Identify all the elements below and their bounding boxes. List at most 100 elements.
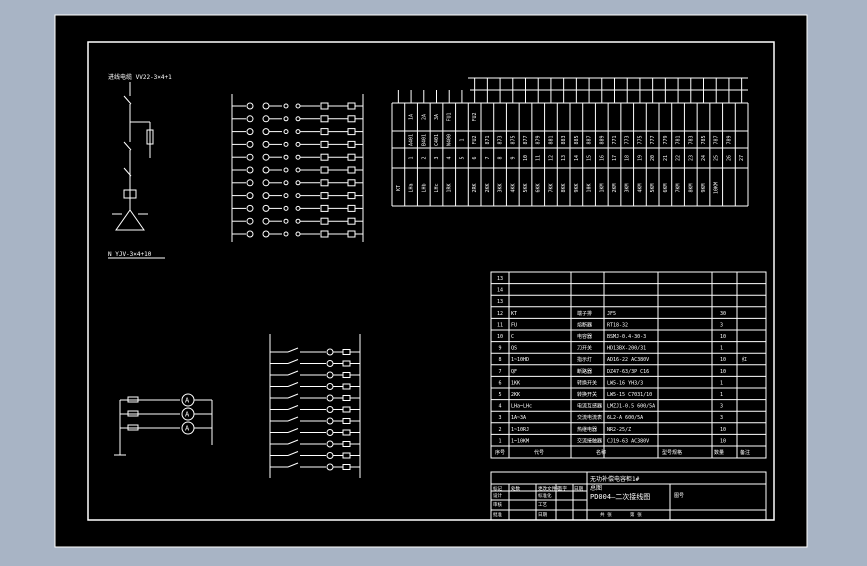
part-no: 7 [498,369,501,375]
part-code: 2KK [511,392,520,398]
terminal-cell: 27 [739,155,745,161]
header-note: 备注 [740,449,750,456]
cad-drawing[interactable]: 进线电缆 VV22-3×4+1 N YJV-3×4+10 AAA 1A 2A 3A F… [0,0,867,562]
terminal-cell: 25 [714,155,720,161]
part-qty: 30 [720,311,726,317]
terminal-cell: 2A [421,114,427,120]
terminal-cell: 6KM [663,183,669,192]
cad-workspace: 进线电缆 VV22-3×4+1 N YJV-3×4+10 AAA 1A 2A 3A F… [0,0,867,562]
part-no: 9 [498,346,501,352]
terminal-cell: B401 [421,134,427,146]
terminal-cell: KT [396,185,402,191]
terminal-cell: 23 [688,155,694,161]
terminal-cell: 5KK [523,183,529,192]
terminal-cell: 789 [726,135,732,144]
part-qty: 3 [720,415,723,421]
part-qty: 10 [720,334,726,340]
part-model: DZ47-63/3P C16 [607,369,649,375]
part-model: AD16-22 AC380V [607,357,649,363]
drawing-sheet [54,14,808,548]
part-no: 13 [497,299,503,305]
terminal-cell: 26 [726,155,732,161]
part-no: 11 [497,322,503,328]
part-no: 1 [498,438,501,444]
terminal-cell: 873 [498,135,504,144]
part-name: 热继电器 [577,426,597,433]
terminal-cell: 13 [561,155,567,161]
part-no: 8 [498,357,501,363]
terminal-cell: 10 [523,155,529,161]
terminal-cell: 3KK [498,183,504,192]
terminal-cell: 1A [409,114,415,120]
terminal-cell: 783 [688,135,694,144]
project-sub: 总图 [590,484,602,492]
terminal-cell: 5KM [650,183,656,192]
part-model: HD13BX-200/31 [607,346,646,352]
terminal-cell: 24 [701,155,707,161]
part-name: 电容器 [577,333,592,340]
terminal-cell: 8 [498,156,504,159]
review-label: 审核 [493,501,502,508]
header-code: 代号 [534,449,544,456]
terminal-cell: 881 [548,135,554,144]
sheet-number: 第 张 [630,511,642,518]
terminal-cell: 775 [637,135,643,144]
project-name: 无功补偿电容柜1# [590,475,640,483]
terminal-cell: 4 [447,156,453,159]
terminal-cell: 16 [599,155,605,161]
terminal-cell: 1RK [447,183,453,192]
terminal-cell: LHa [409,183,415,192]
title-col-label: 签字 [558,485,567,492]
terminal-cell: 9KK [574,183,580,192]
terminal-cell: LHc [434,183,440,192]
part-model: 6L2-A 600/5A [607,415,643,421]
part-model: LW5-16 YH3/3 [607,380,643,386]
part-qty: 10 [720,357,726,363]
part-code: 1~10HD [511,357,529,363]
part-qty: 3 [720,322,723,328]
part-name: 熔断器 [577,321,592,328]
terminal-cell: 1 [409,156,415,159]
terminal-cell: 2RK [472,183,478,192]
terminal-cell: 2KM [612,183,618,192]
terminal-cell: 1 [459,138,465,141]
terminal-cell: 18 [625,155,631,161]
part-name: 交流接触器 [577,437,602,444]
part-code: KT [511,311,517,317]
part-model: LW5-15 C7031/10 [607,392,652,398]
header-no: 序号 [495,449,505,456]
part-name: 电流互感器 [577,403,602,410]
terminal-cell: 15 [587,155,593,161]
terminal-cell: 787 [714,135,720,144]
terminal-cell: 877 [523,135,529,144]
terminal-cell: FU2 [472,135,478,144]
part-code: 1~10RJ [511,427,529,433]
sheet-count: 共 张 [600,511,612,518]
part-note: 红 [742,356,747,363]
terminal-cell: 1KM [599,183,605,192]
part-name: 转换开关 [577,379,597,386]
part-name: 断路器 [577,368,592,375]
terminal-cell: 2KK [485,183,491,192]
drawing-no-label: 图号 [674,493,684,499]
terminal-cell: N400 [447,134,453,146]
terminal-cell: A401 [409,134,415,146]
part-no: 13 [497,276,503,282]
part-name: 端子排 [577,310,592,317]
part-name: 指示灯 [577,356,592,363]
terminal-cell: 21 [663,155,669,161]
terminal-cell: 4KK [510,183,516,192]
part-code: QS [511,346,517,352]
terminal-cell: FU2 [472,112,478,121]
terminal-cell: 779 [663,135,669,144]
part-model: NR2-25/Z [607,427,631,433]
cable-label-bottom: N YJV-3×4+10 [108,251,152,258]
terminal-cell: 11 [536,155,542,161]
part-model: LMZJ1-0.5 600/5A [607,404,655,410]
terminal-cell: 4KM [637,183,643,192]
title-col-label: 处数 [511,485,520,492]
part-no: 12 [497,311,503,317]
terminal-cell: 3 [434,156,440,159]
part-model: JF5 [607,311,616,317]
terminal-cell: 7KK [548,183,554,192]
